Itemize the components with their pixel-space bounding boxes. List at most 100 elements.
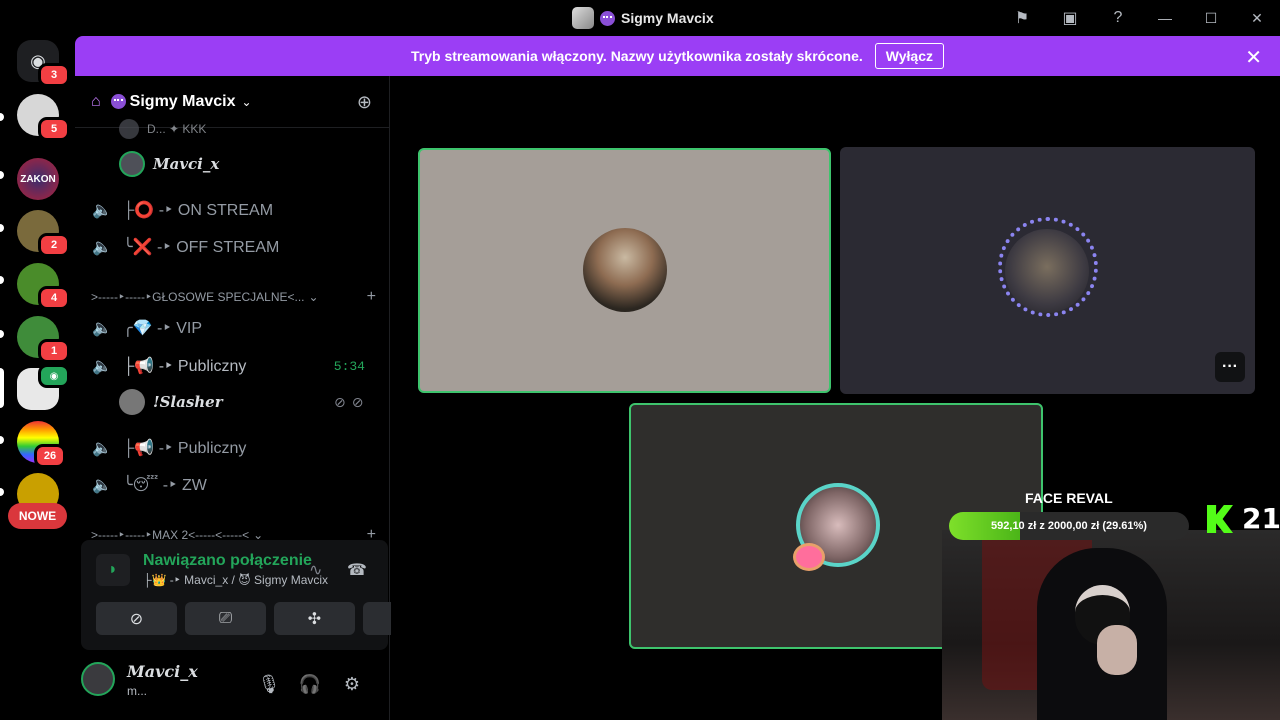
server-badge-4: 4 [38, 286, 70, 310]
voice-connection-panel: ◗ Nawiązano połączenie ├👑 -‣ Mavci_x / 😈… [81, 540, 443, 650]
server-rail: ◉ 3 5 ZAKON 2 4 1 ◉ 26 NOWE [0, 36, 75, 720]
channel-name: ╰❌ -‣ OFF STREAM [123, 239, 280, 256]
streamer-hand [1097, 625, 1137, 675]
close-icon[interactable]: ✕ [1245, 45, 1262, 70]
member-partial[interactable]: D... ✦ KKK [119, 119, 207, 139]
server-icon-zakon[interactable]: ZAKON [17, 158, 59, 200]
member-name: D... ✦ KKK [147, 122, 207, 136]
avatar [119, 389, 145, 415]
user-panel: Mavci_x m... 🎙 🎧 ⚙ [81, 655, 382, 711]
voice-channel-publiczny-2[interactable]: 🔈 ├📢 -‣ Publiczny [91, 433, 381, 463]
title-bar: Sigmy Mavcix ⚑ ▣ ? — ☐ ✕ [0, 0, 1280, 36]
goal-progress-text: 592,10 zł z 2000,00 zł (29.61%) [991, 520, 1147, 532]
screen-share-icon: ⎚ [219, 609, 232, 627]
channel-name: ╰😴 -‣ ZW [123, 477, 207, 494]
window-title: Sigmy Mavcix [572, 7, 714, 29]
avatar[interactable] [81, 662, 115, 696]
disconnect-icon[interactable]: ☎ [347, 560, 367, 580]
headphones-icon[interactable]: 🎧 [295, 669, 325, 699]
demon-emoji-icon [110, 94, 126, 109]
avatar [119, 151, 145, 177]
settings-gear-icon[interactable]: ⚙ [337, 669, 367, 699]
server-label: ZAKON [20, 173, 56, 185]
speaker-icon: 🔈 [92, 239, 112, 256]
unread-pill [0, 224, 4, 232]
user-name[interactable]: Mavci_x [127, 662, 198, 681]
activities-button[interactable]: ✣ [274, 602, 355, 635]
goal-progress-bar: 592,10 zł z 2000,00 zł (29.61%) [949, 512, 1189, 540]
new-unreads-pill[interactable]: NOWE [8, 503, 67, 529]
add-member-icon[interactable]: ⊕ [357, 92, 372, 113]
flag-icon[interactable]: ⚑ [998, 0, 1046, 36]
unread-pill [0, 488, 4, 496]
goal-title: FACE REVAL [1025, 490, 1113, 506]
channel-name: ├⭕ -‣ ON STREAM [123, 202, 274, 219]
camera-off-icon: ⊘ [129, 610, 144, 628]
speaker-icon: 🔈 [92, 202, 112, 219]
participant-tile-2[interactable]: ··· [840, 147, 1255, 394]
inbox-icon[interactable]: ▣ [1046, 0, 1094, 36]
call-timer: 5:34 [333, 358, 365, 374]
selected-pill [0, 368, 4, 408]
camera-off-button[interactable]: ⊘ [96, 602, 177, 635]
speaker-icon: 🔈 [92, 477, 112, 494]
server-badge-5: 1 [38, 339, 70, 363]
more-options-icon[interactable]: ··· [1215, 352, 1245, 382]
connection-status[interactable]: Nawiązano połączenie [143, 552, 312, 570]
avatar [1005, 229, 1089, 313]
server-badge-3: 2 [38, 233, 70, 257]
voice-channel-zw[interactable]: 🔈 ╰😴 -‣ ZW [91, 470, 381, 500]
microphone-icon[interactable]: 🎙 [254, 669, 284, 699]
chevron-down-icon: ⌄ [308, 290, 319, 304]
avatar [583, 228, 667, 312]
channel-name: ├📢 -‣ Publiczny [123, 358, 247, 375]
avatar [119, 119, 139, 139]
voice-member[interactable]: !Slasher ⊘⊘ [119, 388, 363, 416]
streamer-mode-banner: Tryb streamowania włączony. Nazwy użytko… [75, 36, 1280, 76]
category-header[interactable]: >-----‣-----‣GŁOSOWE SPECJALNE<... ⌄ + [91, 287, 376, 307]
window-title-text: Sigmy Mavcix [621, 10, 714, 26]
voice-channel-off-stream[interactable]: 🔈 ╰❌ -‣ OFF STREAM [91, 232, 381, 262]
guild-name: Sigmy Mavcix [129, 92, 236, 110]
speaker-icon: 🔈 [92, 320, 112, 337]
disable-streamer-mode-button[interactable]: Wyłącz [874, 43, 944, 69]
add-channel-icon[interactable]: + [367, 288, 376, 306]
member-name: Mavci_x [153, 155, 220, 173]
server-icon [572, 7, 594, 29]
unread-pill [0, 330, 4, 338]
voice-channel-publiczny-active[interactable]: 🔈 ├📢 -‣ Publiczny 5:34 [91, 351, 381, 381]
voice-active-icon: ◉ [38, 364, 70, 388]
banner-text: Tryb streamowania włączony. Nazwy użytko… [411, 48, 863, 64]
maximize-icon[interactable]: ☐ [1188, 0, 1234, 36]
voice-channel-vip[interactable]: 🔈 ╭💎 -‣ VIP [91, 313, 381, 343]
connection-channel[interactable]: ├👑 -‣ Mavci_x / 😈 Sigmy Mavcix [143, 573, 328, 587]
member-name: !Slasher [153, 393, 223, 411]
unread-pill [0, 113, 4, 121]
demon-emoji-icon [600, 10, 615, 26]
donut-decoration-icon [793, 543, 825, 571]
unread-pill [0, 276, 4, 284]
unread-pill [0, 436, 4, 444]
noise-suppression-icon[interactable]: ∿ [309, 560, 322, 580]
server-badge-7: 26 [34, 444, 66, 468]
help-icon[interactable]: ? [1094, 0, 1142, 36]
muted-deafened-icons: ⊘⊘ [334, 393, 370, 410]
channel-name: ├📢 -‣ Publiczny [123, 440, 247, 457]
close-icon[interactable]: ✕ [1234, 0, 1280, 36]
server-badge-1: 5 [38, 117, 70, 141]
voice-member[interactable]: Mavci_x [119, 150, 219, 178]
viewer-count: 21 [1242, 502, 1280, 535]
webcam-overlay [942, 530, 1280, 720]
signal-icon[interactable]: ◗ [96, 554, 130, 586]
screen-share-button[interactable]: ⎚ [185, 602, 266, 635]
unread-pill [0, 171, 4, 179]
voice-channel-on-stream[interactable]: 🔈 ├⭕ -‣ ON STREAM [91, 195, 381, 225]
home-badge: 3 [38, 63, 70, 87]
minimize-icon[interactable]: — [1142, 0, 1188, 36]
channel-name: ╭💎 -‣ VIP [123, 320, 202, 337]
speaker-icon: 🔈 [92, 358, 112, 375]
participant-tile-1[interactable] [418, 148, 831, 393]
speaker-icon: 🔈 [92, 440, 112, 457]
home-icon: ⌂ [91, 92, 101, 110]
chevron-down-icon: ⌄ [241, 94, 252, 109]
